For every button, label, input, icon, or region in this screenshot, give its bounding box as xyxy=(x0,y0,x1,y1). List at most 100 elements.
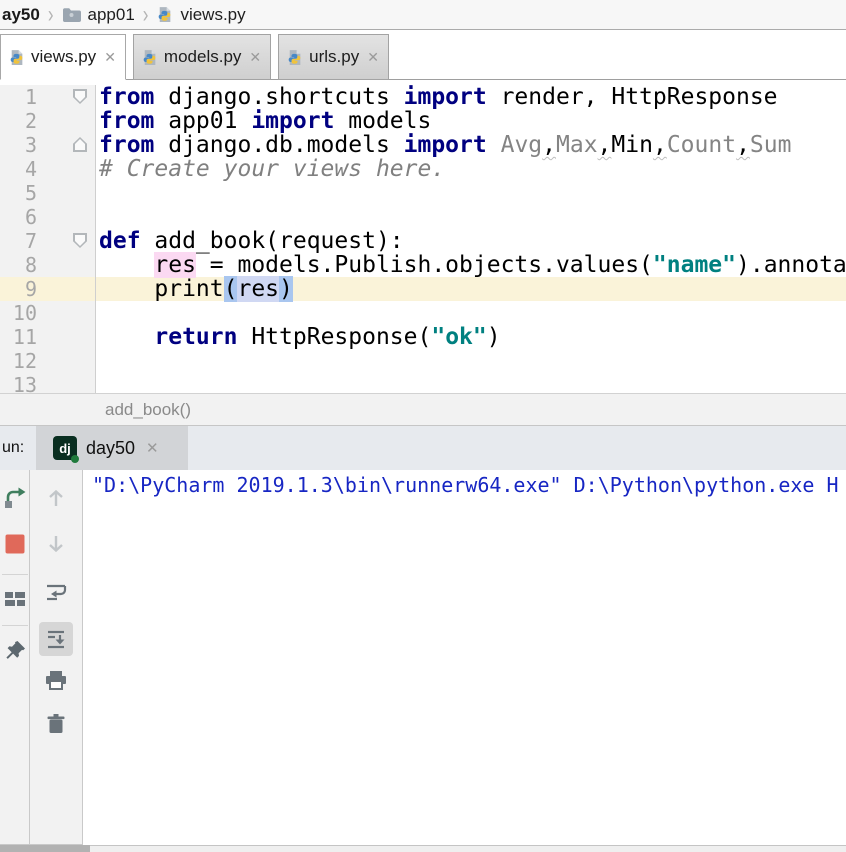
fold-marker-icon[interactable] xyxy=(73,137,87,152)
tab-urls.py[interactable]: urls.py ✕ xyxy=(278,34,389,80)
pin-tab-button[interactable] xyxy=(3,639,27,663)
tab-label: urls.py xyxy=(309,47,359,67)
chevron-right-icon: › xyxy=(143,1,149,29)
gutter[interactable]: 10 xyxy=(0,301,96,325)
close-icon[interactable]: ✕ xyxy=(367,49,379,66)
up-stack-trace-button[interactable] xyxy=(44,486,68,510)
line-number: 3 xyxy=(0,133,37,157)
pin-icon xyxy=(3,639,27,663)
line-number: 2 xyxy=(0,109,37,133)
code-text: print(res) xyxy=(96,277,293,301)
run-panel-header: un: dj day50 ✕ xyxy=(0,425,846,470)
gutter[interactable]: 5 xyxy=(0,181,96,205)
scroll-to-end-button[interactable] xyxy=(39,622,73,656)
line-number: 8 xyxy=(0,253,37,277)
line-number: 1 xyxy=(0,85,37,109)
breadcrumb-file[interactable]: views.py xyxy=(180,5,245,25)
line-number: 10 xyxy=(0,301,37,325)
python-file-icon xyxy=(286,49,303,66)
scrollbar-track[interactable] xyxy=(90,845,846,852)
console-area: "D:\PyCharm 2019.1.3\bin\runnerw64.exe" … xyxy=(0,470,846,845)
python-file-icon xyxy=(8,49,25,66)
scrollbar-thumb[interactable] xyxy=(0,845,90,852)
run-tab-day50[interactable]: dj day50 ✕ xyxy=(36,426,188,470)
restore-layout-button[interactable] xyxy=(3,587,27,611)
code-text: return HttpResponse("ok") xyxy=(96,325,501,349)
gutter[interactable]: 2 xyxy=(0,109,96,133)
python-file-icon xyxy=(141,49,158,66)
code-text: # Create your views here. xyxy=(96,157,445,181)
code-text: res = models.Publish.objects.values("nam… xyxy=(96,253,846,277)
code-line-3: 3from django.db.models import Avg,Max,Mi… xyxy=(0,133,846,157)
code-line-4: 4 # Create your views here. xyxy=(0,157,846,181)
breadcrumb-project[interactable]: ay50 xyxy=(2,5,40,25)
gutter[interactable]: 8 xyxy=(0,253,96,277)
toolbar-divider xyxy=(2,625,28,626)
rerun-button[interactable] xyxy=(3,486,27,510)
line-number: 6 xyxy=(0,205,37,229)
run-toolbar xyxy=(0,470,30,845)
tab-views.py[interactable]: views.py ✕ xyxy=(0,34,126,80)
code-text xyxy=(96,373,99,393)
context-function[interactable]: add_book() xyxy=(105,400,191,420)
print-button[interactable] xyxy=(44,668,68,692)
code-text xyxy=(96,181,99,205)
clear-console-button[interactable] xyxy=(44,712,68,736)
running-indicator-dot xyxy=(71,455,79,463)
gutter[interactable]: 11 xyxy=(0,325,96,349)
tab-label: views.py xyxy=(31,47,96,67)
arrow-down-icon xyxy=(44,532,68,556)
code-line-13: 13 xyxy=(0,373,846,393)
line-number: 4 xyxy=(0,157,37,181)
code-text xyxy=(96,301,99,325)
gutter[interactable]: 4 xyxy=(0,157,96,181)
code-lines: 1 from django.shortcuts import render, Ht… xyxy=(0,85,846,393)
fold-marker-icon[interactable] xyxy=(73,233,87,248)
bottom-strip xyxy=(0,845,846,852)
chevron-right-icon: › xyxy=(48,1,54,29)
code-text: from app01 import models xyxy=(96,109,431,133)
django-icon: dj xyxy=(53,436,77,460)
toolbar-divider xyxy=(2,574,28,575)
gutter[interactable]: 1 xyxy=(0,85,96,109)
breadcrumb: ay50 › app01 › views.py xyxy=(0,0,846,30)
restore-layout-icon xyxy=(3,587,27,611)
close-icon[interactable]: ✕ xyxy=(146,439,159,457)
gutter[interactable]: 6 xyxy=(0,205,96,229)
code-line-11: 11 return HttpResponse("ok") xyxy=(0,325,846,349)
line-number: 9 xyxy=(0,277,37,301)
soft-wrap-icon xyxy=(44,580,68,604)
close-icon[interactable]: ✕ xyxy=(104,49,116,66)
code-text xyxy=(96,205,99,229)
close-icon[interactable]: ✕ xyxy=(249,49,261,66)
tab-models.py[interactable]: models.py ✕ xyxy=(133,34,271,80)
gutter[interactable]: 13 xyxy=(0,373,96,393)
breadcrumb-folder[interactable]: app01 xyxy=(88,5,135,25)
code-text: def add_book(request): xyxy=(96,229,404,253)
gutter[interactable]: 12 xyxy=(0,349,96,373)
line-number: 12 xyxy=(0,349,37,373)
code-text: from django.shortcuts import render, Htt… xyxy=(96,85,778,109)
code-line-8: 8 res = models.Publish.objects.values("n… xyxy=(0,253,846,277)
tab-label: models.py xyxy=(164,47,241,67)
stop-icon xyxy=(3,532,27,556)
code-text xyxy=(96,349,99,373)
gutter[interactable]: 7 xyxy=(0,229,96,253)
line-number: 13 xyxy=(0,373,37,393)
gutter[interactable]: 3 xyxy=(0,133,96,157)
fold-marker-icon[interactable] xyxy=(73,89,87,104)
down-stack-trace-button[interactable] xyxy=(44,532,68,556)
console-output[interactable]: "D:\PyCharm 2019.1.3\bin\runnerw64.exe" … xyxy=(83,470,846,845)
console-toolbar xyxy=(30,470,83,845)
line-number: 7 xyxy=(0,229,37,253)
code-editor[interactable]: 1 from django.shortcuts import render, Ht… xyxy=(0,80,846,393)
stop-button[interactable] xyxy=(3,532,27,556)
soft-wrap-button[interactable] xyxy=(44,580,68,604)
rerun-icon xyxy=(3,486,27,510)
gutter[interactable]: 9 xyxy=(0,277,96,301)
context-bar: add_book() xyxy=(0,393,846,425)
run-panel-label: un: xyxy=(0,439,36,457)
python-file-icon xyxy=(156,6,173,23)
code-line-9: 9 print(res) xyxy=(0,277,846,301)
code-line-1: 1 from django.shortcuts import render, Ht… xyxy=(0,85,846,109)
